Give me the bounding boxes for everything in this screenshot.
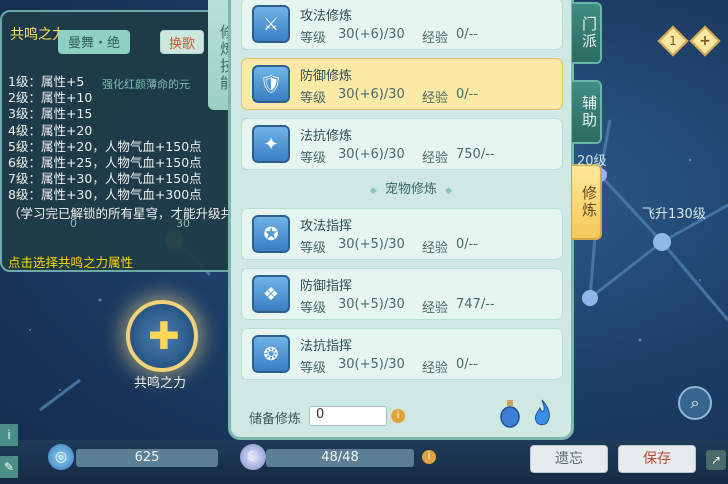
row-name: 防御修炼: [300, 69, 353, 84]
exp-value: 0/--: [456, 357, 479, 372]
cultivation-row-resist[interactable]: ✦ 法抗修炼 等级 30(+6)/30 经验 750/--: [241, 118, 563, 170]
level-value: 30(+6)/30: [338, 147, 405, 162]
info-icon[interactable]: i: [391, 409, 405, 423]
level-label: 等级: [300, 301, 327, 316]
fly-level-label: 飞升130级: [642, 207, 706, 222]
flame-icon[interactable]: [531, 398, 553, 428]
skill-name-badge: 曼舞・绝: [58, 30, 131, 54]
level-label: 等级: [300, 31, 327, 46]
tab-assist[interactable]: 辅助: [572, 80, 602, 144]
level-line: 8级：属性+30，人物气血+300点: [8, 187, 202, 203]
exp-value: 0/--: [456, 27, 479, 42]
pet-section-label: 宠物修炼: [384, 182, 437, 197]
magic-shield-icon: ✦: [252, 125, 290, 163]
forget-button[interactable]: 遗忘: [530, 445, 608, 473]
pet-attack-icon: ✪: [252, 215, 290, 253]
pet-section-title: 宠物修炼: [351, 178, 471, 197]
level-label: 等级: [300, 361, 327, 376]
exp-value: 747/--: [456, 297, 495, 312]
change-song-button[interactable]: 换歌: [160, 30, 205, 54]
level-value: 30(+5)/30: [338, 297, 405, 312]
resonance-label: 共鸣之力: [134, 376, 187, 391]
row-name: 攻法修炼: [300, 9, 353, 24]
level-line: 4级：属性+20: [8, 122, 93, 138]
level-value: 30(+6)/30: [338, 87, 405, 102]
level-label: 等级: [300, 151, 327, 166]
level-list: 1级：属性+5 2级：属性+10 3级：属性+15 4级：属性+20 5级：属性…: [8, 74, 202, 204]
pet-resist-icon: ❂: [252, 335, 290, 373]
level-value: 30(+5)/30: [338, 357, 405, 372]
level-value: 30(+5)/30: [338, 237, 405, 252]
level-line: 6级：属性+25，人物气血+150点: [8, 155, 202, 171]
reserve-label: 储备修炼: [249, 412, 302, 427]
share-icon[interactable]: ↗: [706, 450, 726, 470]
level-value: 30(+6)/30: [338, 27, 405, 42]
shield-icon: 🛡: [252, 65, 290, 103]
cultivation-panel: ⚔ 攻法修炼 等级 30(+6)/30 经验 0/-- 🛡 防御修炼 等级 30…: [228, 0, 574, 440]
exp-label: 经验: [422, 301, 449, 316]
spirit-icon: ◎: [48, 444, 74, 470]
search-button[interactable]: ⌕: [678, 386, 712, 420]
exp-label: 经验: [422, 91, 449, 106]
exp-value: 750/--: [456, 147, 495, 162]
resource-bar-1: 625: [76, 449, 218, 467]
level-label: 等级: [300, 241, 327, 256]
exp-value: 0/--: [456, 237, 479, 252]
level-line: 1级：属性+5: [8, 74, 85, 89]
tooltip-bg-numbers: 0 30: [70, 217, 190, 230]
plus-icon: +: [699, 33, 711, 49]
exp-label: 经验: [422, 151, 449, 166]
tab-sect[interactable]: 门派: [572, 2, 602, 64]
row-name: 防御指挥: [300, 279, 353, 294]
resonance-node-button[interactable]: ✚: [126, 300, 198, 372]
blue-potion-icon[interactable]: [499, 398, 521, 428]
pet-row-attack[interactable]: ✪ 攻法指挥 等级 30(+5)/30 经验 0/--: [241, 208, 563, 260]
search-icon: ⌕: [690, 393, 700, 412]
exp-label: 经验: [422, 241, 449, 256]
pet-row-defense[interactable]: ❖ 防御指挥 等级 30(+5)/30 经验 747/--: [241, 268, 563, 320]
bg-number: 0: [70, 217, 77, 230]
click-hint[interactable]: 点击选择共鸣之力属性: [8, 252, 133, 271]
pet-row-resist[interactable]: ❂ 法抗指挥 等级 30(+5)/30 经验 0/--: [241, 328, 563, 380]
save-button[interactable]: 保存: [618, 445, 696, 473]
sword-icon: ⚔: [252, 5, 290, 43]
moon-icon: ☾: [240, 444, 266, 470]
info-icon[interactable]: i: [0, 424, 18, 446]
plus-icon: ✚: [148, 314, 180, 358]
bg-number: 30: [176, 217, 190, 230]
exp-value: 0/--: [456, 87, 479, 102]
level-label: 等级: [300, 91, 327, 106]
star-level-label: 20级: [577, 154, 607, 169]
row-name: 法抗指挥: [300, 339, 353, 354]
row-name: 攻法指挥: [300, 219, 353, 234]
level-line: 5级：属性+20，人物气血+150点: [8, 138, 202, 154]
cultivation-row-defense[interactable]: 🛡 防御修炼 等级 30(+6)/30 经验 0/--: [241, 58, 563, 110]
count-value: 1: [669, 34, 677, 48]
level-line: 3级：属性+15: [8, 106, 93, 122]
exp-label: 经验: [422, 31, 449, 46]
tab-cultivation[interactable]: 修炼: [572, 164, 602, 240]
cultivation-row-attack[interactable]: ⚔ 攻法修炼 等级 30(+6)/30 经验 0/--: [241, 0, 563, 50]
reserve-value-field[interactable]: 0: [309, 406, 387, 426]
level-line: 2级：属性+10: [8, 90, 93, 106]
level-line: 7级：属性+30，人物气血+150点: [8, 171, 202, 187]
exp-label: 经验: [422, 361, 449, 376]
info-icon[interactable]: i: [422, 450, 436, 464]
edit-icon[interactable]: ✎: [0, 456, 18, 478]
resource-bar-2: 48/48: [266, 449, 414, 467]
pet-defense-icon: ❖: [252, 275, 290, 313]
row-name: 法抗修炼: [300, 129, 353, 144]
